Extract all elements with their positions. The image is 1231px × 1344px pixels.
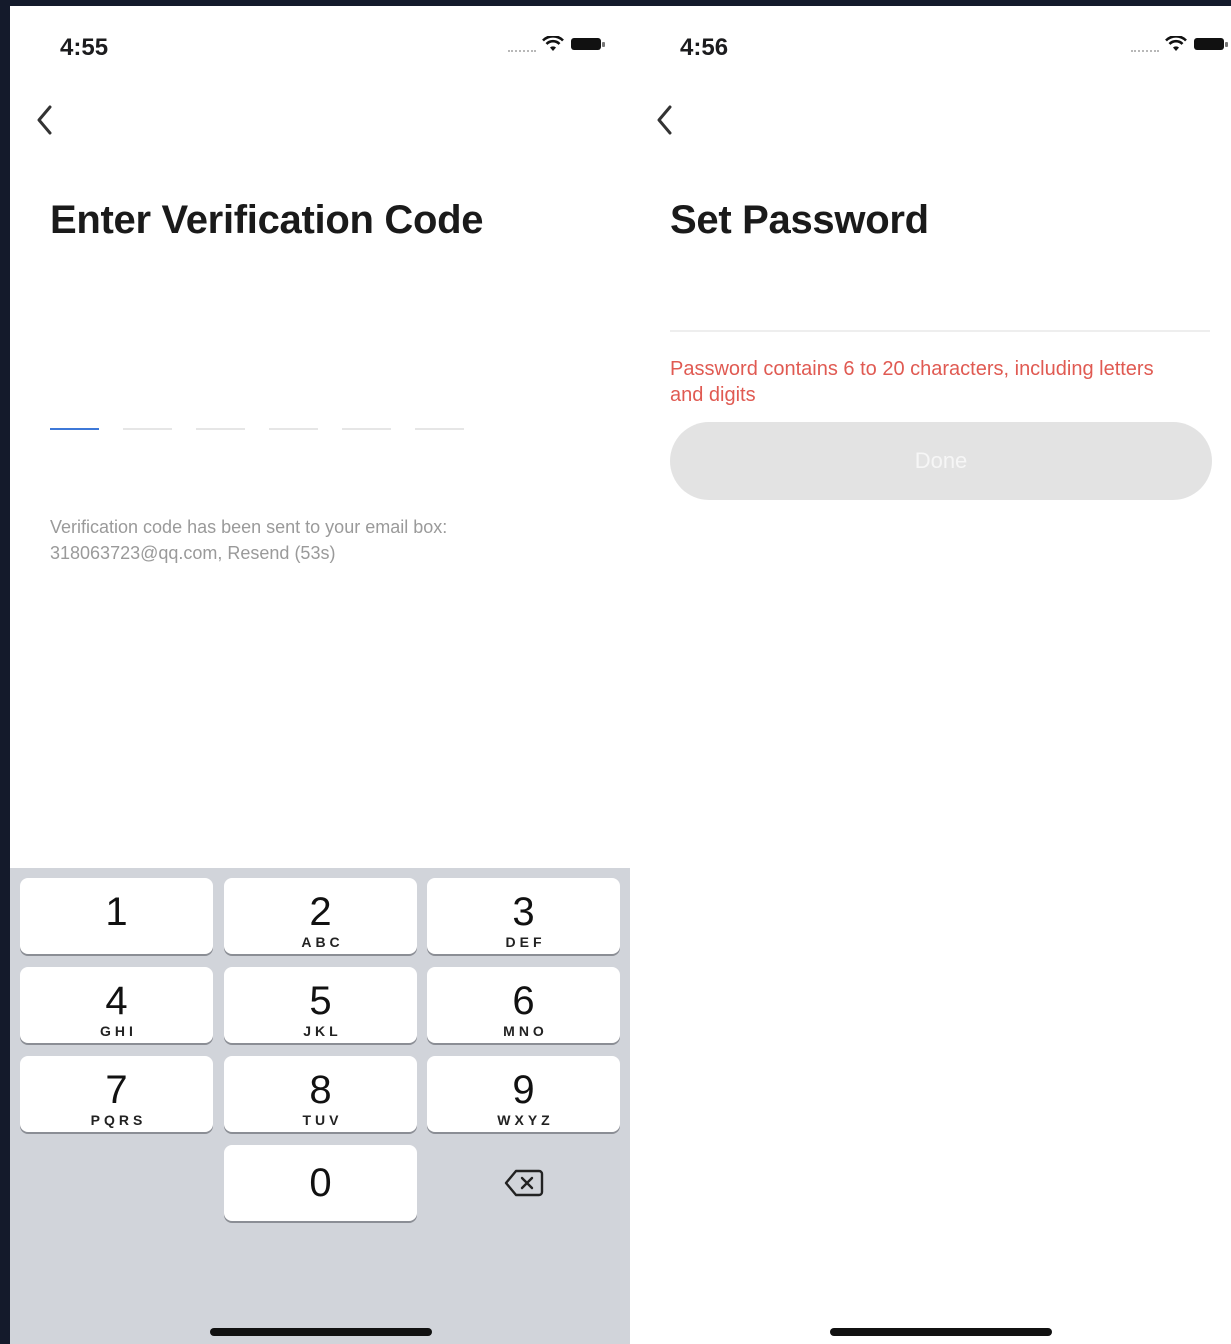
code-slot[interactable] bbox=[196, 408, 245, 430]
back-button[interactable] bbox=[652, 100, 676, 140]
key-letters: JKL bbox=[303, 1023, 342, 1039]
key-letters: PQRS bbox=[90, 1112, 147, 1128]
key-letters: DEF bbox=[505, 934, 546, 950]
key-blank bbox=[20, 1145, 213, 1221]
key-letters: MNO bbox=[503, 1023, 548, 1039]
page-title: Enter Verification Code bbox=[50, 198, 484, 242]
chevron-left-icon bbox=[37, 105, 52, 135]
key-digit: 9 bbox=[512, 1068, 535, 1112]
signal-icon bbox=[508, 48, 536, 52]
verification-code-input[interactable] bbox=[50, 408, 464, 430]
key-digit: 8 bbox=[309, 1068, 332, 1112]
key-1[interactable]: 1 bbox=[20, 878, 213, 954]
wifi-icon bbox=[1165, 36, 1187, 51]
status-time: 4:56 bbox=[680, 34, 729, 61]
status-icons bbox=[1131, 36, 1229, 52]
key-digit: 7 bbox=[105, 1068, 128, 1112]
key-digit: 1 bbox=[105, 890, 128, 934]
battery-icon bbox=[571, 38, 605, 50]
key-digit: 4 bbox=[105, 979, 128, 1023]
key-6[interactable]: 6 MNO bbox=[427, 967, 620, 1043]
key-letters: GHI bbox=[100, 1023, 137, 1039]
backspace-icon bbox=[504, 1169, 543, 1197]
battery-icon bbox=[1194, 38, 1228, 50]
key-9[interactable]: 9 WXYZ bbox=[427, 1056, 620, 1132]
set-password-screen: 4:56 Set Password Password contains 6 to… bbox=[630, 6, 1231, 1344]
key-digit: 2 bbox=[309, 890, 332, 934]
key-4[interactable]: 4 GHI bbox=[20, 967, 213, 1043]
done-button[interactable]: Done bbox=[670, 422, 1212, 500]
password-error: Password contains 6 to 20 characters, in… bbox=[670, 358, 1154, 406]
key-letters: ABC bbox=[301, 934, 344, 950]
key-2[interactable]: 2 ABC bbox=[224, 878, 417, 954]
home-indicator bbox=[210, 1328, 432, 1336]
home-indicator bbox=[830, 1328, 1052, 1336]
status-icons bbox=[508, 36, 606, 52]
page-title: Set Password bbox=[670, 198, 929, 242]
verification-hint: Verification code has been sent to your … bbox=[50, 517, 448, 563]
key-letters: TUV bbox=[302, 1112, 343, 1128]
back-button[interactable] bbox=[32, 100, 56, 140]
verification-screen: 4:55 Enter Verification Code Verificatio… bbox=[10, 6, 630, 1344]
numeric-keypad: 1 2 ABC 3 DEF 4 GHI 5 JKL 6 MNO 7 PQRS 8 bbox=[10, 868, 630, 1344]
key-digit: 0 bbox=[309, 1161, 332, 1205]
key-8[interactable]: 8 TUV bbox=[224, 1056, 417, 1132]
key-0[interactable]: 0 bbox=[224, 1145, 417, 1221]
status-time: 4:55 bbox=[60, 34, 109, 61]
key-3[interactable]: 3 DEF bbox=[427, 878, 620, 954]
key-digit: 5 bbox=[309, 979, 332, 1023]
code-slot[interactable] bbox=[415, 408, 464, 430]
key-digit: 3 bbox=[512, 890, 535, 934]
wifi-icon bbox=[542, 36, 564, 51]
key-7[interactable]: 7 PQRS bbox=[20, 1056, 213, 1132]
code-slot[interactable] bbox=[123, 408, 172, 430]
code-slot[interactable] bbox=[50, 408, 99, 430]
key-digit: 6 bbox=[512, 979, 535, 1023]
signal-icon bbox=[1131, 48, 1159, 52]
code-slot[interactable] bbox=[269, 408, 318, 430]
code-slot[interactable] bbox=[342, 408, 391, 430]
delete-key[interactable] bbox=[427, 1145, 620, 1221]
chevron-left-icon bbox=[657, 105, 672, 135]
key-letters: WXYZ bbox=[497, 1112, 554, 1128]
key-5[interactable]: 5 JKL bbox=[224, 967, 417, 1043]
password-input[interactable] bbox=[670, 330, 1210, 332]
